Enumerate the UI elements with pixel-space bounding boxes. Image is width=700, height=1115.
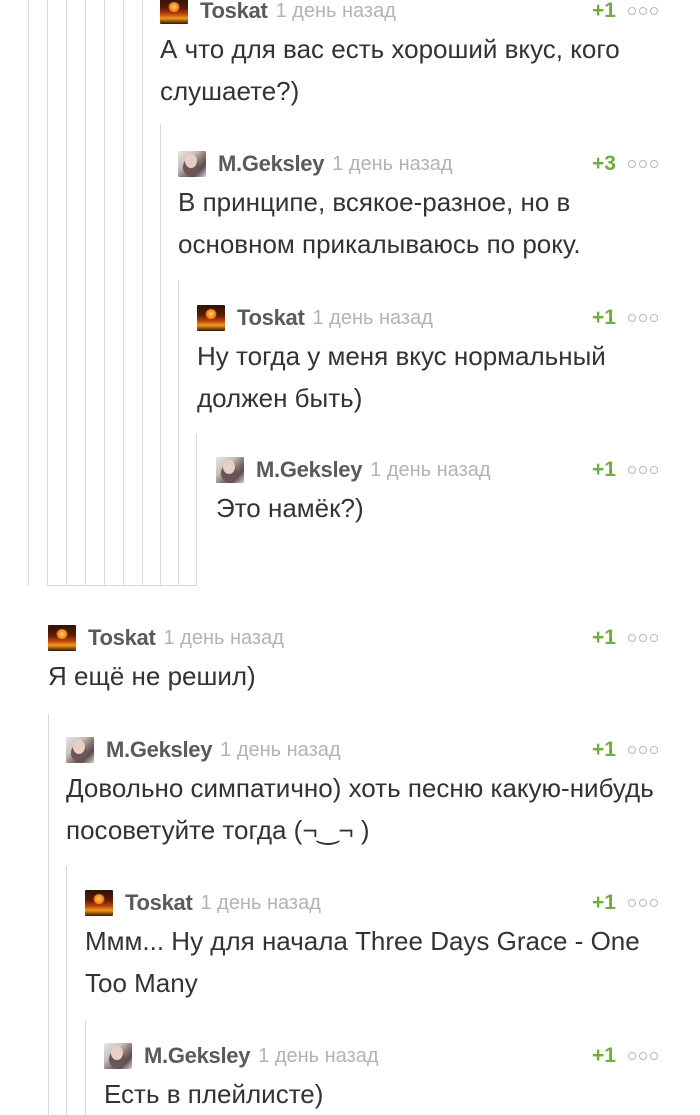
thread-line: [85, 1020, 86, 1115]
thread-line: [48, 714, 49, 1115]
comment-header: Toskat 1 день назад +1: [160, 0, 658, 24]
comment-time[interactable]: 1 день назад: [370, 459, 490, 482]
comment-rating: +1: [592, 458, 616, 481]
comment: Toskat 1 день назад +1 Ммм... Ну для нач…: [85, 890, 658, 1004]
explosion-avatar-icon[interactable]: [48, 625, 76, 651]
comment: M.Geksley 1 день назад +3 В принципе, вс…: [178, 151, 658, 265]
comment-rating: +1: [592, 738, 616, 761]
explosion-avatar-icon[interactable]: [160, 0, 188, 24]
comment: M.Geksley 1 день назад +1 Есть в плейлис…: [104, 1043, 658, 1115]
thread-end-line: [47, 585, 197, 586]
comment-header: M.Geksley 1 день назад +3: [178, 151, 658, 177]
comment-time[interactable]: 1 день назад: [332, 153, 452, 176]
comment: M.Geksley 1 день назад +1 Это намёк?): [216, 457, 658, 529]
comment-author[interactable]: M.Geksley: [218, 151, 324, 177]
comment-rating: +1: [592, 306, 616, 329]
comment-rating: +1: [592, 1044, 616, 1067]
comment-text: Я ещё не решил): [48, 661, 256, 691]
comment-time[interactable]: 1 день назад: [200, 892, 320, 915]
girl-photo-avatar-icon[interactable]: [66, 737, 94, 763]
comment-rating: +1: [592, 891, 616, 914]
comment-header: Toskat 1 день назад +1: [48, 625, 658, 651]
comment: M.Geksley 1 день назад +1 Довольно симпа…: [66, 737, 658, 851]
comment-header: M.Geksley 1 день назад +1: [216, 457, 658, 483]
thread-line: [160, 124, 161, 586]
comment-time[interactable]: 1 день назад: [312, 307, 432, 330]
comment: Toskat 1 день назад +1 А что для вас ест…: [160, 0, 658, 112]
comment-rating: +3: [592, 152, 616, 175]
three-dots-icon[interactable]: [628, 314, 658, 322]
thread-line: [104, 0, 105, 586]
explosion-avatar-icon[interactable]: [85, 890, 113, 916]
comment-text: Есть в плейлисте): [104, 1079, 324, 1109]
comment-author[interactable]: Toskat: [125, 890, 193, 916]
thread-line: [178, 280, 179, 586]
thread-line: [66, 0, 67, 586]
comment: Toskat 1 день назад +1 Я ещё не решил): [48, 625, 658, 697]
thread-line: [28, 0, 29, 586]
three-dots-icon[interactable]: [628, 160, 658, 168]
comment-text: Довольно симпатично) хоть песню какую-ни…: [66, 773, 654, 845]
comment-author[interactable]: M.Geksley: [256, 457, 362, 483]
thread-line: [47, 0, 48, 586]
explosion-avatar-icon[interactable]: [197, 305, 225, 331]
comment-author[interactable]: Toskat: [200, 0, 268, 24]
comment-text: А что для вас есть хороший вкус, кого сл…: [160, 34, 620, 106]
girl-photo-avatar-icon[interactable]: [178, 151, 206, 177]
three-dots-icon[interactable]: [628, 466, 658, 474]
comment-time[interactable]: 1 день назад: [258, 1045, 378, 1068]
comment-header: M.Geksley 1 день назад +1: [104, 1043, 658, 1069]
comment-text: В принципе, всякое-разное, но в основном…: [178, 187, 581, 259]
comment-time[interactable]: 1 день назад: [163, 627, 283, 650]
girl-photo-avatar-icon[interactable]: [104, 1043, 132, 1069]
comment-text: Ммм... Ну для начала Three Days Grace - …: [85, 926, 640, 998]
comment-rating: +1: [592, 626, 616, 649]
comment-author[interactable]: Toskat: [88, 625, 156, 651]
three-dots-icon[interactable]: [628, 634, 658, 642]
comment-header: M.Geksley 1 день назад +1: [66, 737, 658, 763]
comment-author[interactable]: M.Geksley: [144, 1043, 250, 1069]
thread-line: [142, 0, 143, 586]
girl-photo-avatar-icon[interactable]: [216, 457, 244, 483]
comment-time[interactable]: 1 день назад: [275, 0, 395, 23]
thread-line: [123, 0, 124, 586]
comment-text: Ну тогда у меня вкус нормальный должен б…: [197, 341, 606, 413]
comment-author[interactable]: M.Geksley: [106, 737, 212, 763]
comment-header: Toskat 1 день назад +1: [197, 305, 658, 331]
comment-time[interactable]: 1 день назад: [220, 739, 340, 762]
comment-header: Toskat 1 день назад +1: [85, 890, 658, 916]
three-dots-icon[interactable]: [628, 1052, 658, 1060]
three-dots-icon[interactable]: [628, 746, 658, 754]
comment-author[interactable]: Toskat: [237, 305, 305, 331]
three-dots-icon[interactable]: [628, 7, 658, 15]
comment-rating: +1: [592, 0, 616, 22]
thread-line: [85, 0, 86, 586]
three-dots-icon[interactable]: [628, 899, 658, 907]
comment: Toskat 1 день назад +1 Ну тогда у меня в…: [197, 305, 658, 419]
thread-line: [196, 434, 197, 586]
comment-text: Это намёк?): [216, 493, 364, 523]
thread-line: [66, 866, 67, 1115]
